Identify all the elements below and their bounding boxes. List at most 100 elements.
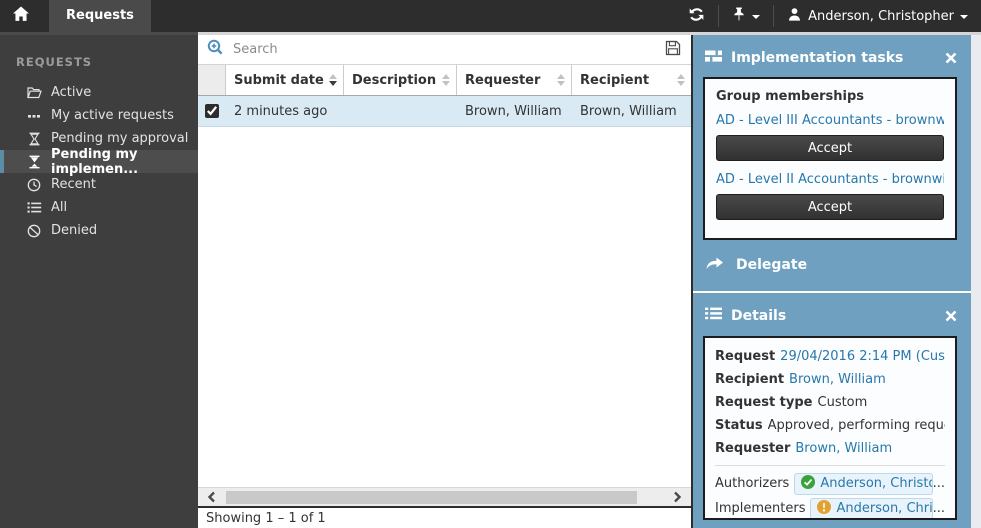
column-header-submit-date[interactable]: Submit date [226, 65, 344, 95]
clock-icon [26, 177, 42, 193]
refresh-icon [688, 6, 705, 27]
topbar-actions: Anderson, Christopher [675, 0, 981, 32]
caret-down-icon [752, 15, 760, 19]
column-label: Description [352, 73, 436, 88]
app-window: Requests [0, 0, 981, 528]
detail-row-request-type: Request type Custom [715, 391, 945, 414]
task-link[interactable]: AD - Level III Accountants - brownwi [716, 113, 944, 128]
main-and-panels: Submit date Description Requester Recipi… [198, 32, 981, 528]
accept-button[interactable]: Accept [716, 194, 944, 220]
sidebar-section-title: REQUESTS [0, 45, 198, 81]
request-type-value: Custom [818, 395, 868, 410]
pin-menu-button[interactable] [719, 0, 773, 32]
warning-circle-icon [817, 500, 831, 518]
authorizer-name: Anderson, Christopher [820, 476, 932, 491]
detail-row-implementers: Implementers Anderson, Christoph ... [715, 496, 945, 520]
group-memberships-title: Group memberships [716, 89, 944, 104]
accept-button[interactable]: Accept [716, 135, 944, 161]
sidebar-item-label: Recent [51, 177, 96, 192]
detail-label: Recipient [715, 372, 784, 387]
column-header-requester[interactable]: Requester [457, 65, 572, 95]
cell-recipient: Brown, William [572, 104, 691, 119]
sort-descending-icon [329, 74, 337, 86]
recipient-link[interactable]: Brown, William [789, 372, 886, 387]
details-header: Details [693, 293, 981, 334]
sidebar-item-label: All [51, 200, 67, 215]
row-checkbox-cell [198, 104, 226, 118]
close-icon[interactable] [945, 52, 957, 64]
side-panels: Implementation tasks Group memberships A… [693, 35, 981, 528]
implementation-tasks-box: Group memberships AD - Level III Account… [703, 77, 957, 240]
hourglass-filled-icon [26, 154, 42, 170]
tab-requests[interactable]: Requests [49, 0, 151, 32]
delegate-label: Delegate [736, 257, 807, 273]
scrollbar-thumb[interactable] [226, 491, 637, 504]
table-row[interactable]: 2 minutes ago Brown, William Brown, Will… [198, 96, 691, 127]
detail-label: Authorizers [715, 476, 789, 491]
sidebar-item-denied[interactable]: Denied [0, 219, 198, 242]
user-menu-button[interactable]: Anderson, Christopher [774, 0, 981, 32]
row-checkbox[interactable] [205, 104, 219, 118]
user-name: Anderson, Christopher [808, 9, 954, 24]
column-header-description[interactable]: Description [344, 65, 457, 95]
detail-row-recipient: Recipient Brown, William [715, 368, 945, 391]
detail-row-authorizers: Authorizers Anderson, Christopher ... [715, 471, 945, 496]
select-all-header-cell[interactable] [198, 65, 226, 95]
search-input[interactable] [224, 42, 665, 57]
pin-icon [732, 7, 746, 26]
sort-icon [557, 74, 565, 86]
column-label: Recipient [580, 73, 649, 88]
home-icon [12, 6, 30, 26]
check-circle-icon [801, 475, 815, 493]
zoom-in-icon[interactable] [207, 39, 224, 60]
folder-open-icon [26, 85, 42, 101]
cell-submit-date: 2 minutes ago [226, 104, 344, 119]
horizontal-scrollbar[interactable] [198, 487, 691, 506]
refresh-button[interactable] [675, 0, 718, 32]
sidebar-item-pending-my-implementation[interactable]: Pending my implemen... [0, 150, 198, 173]
sidebar-item-active[interactable]: Active [0, 81, 198, 104]
request-date-link[interactable]: 29/04/2016 2:14 PM (Custom) [780, 349, 945, 364]
panel-vertical-scrollbar[interactable] [971, 35, 981, 528]
content-area: REQUESTS Active My active requests [0, 32, 981, 528]
close-icon[interactable] [945, 310, 957, 322]
sidebar-item-label: My active requests [51, 108, 174, 123]
truncation-ellipsis: ... [933, 501, 945, 516]
task-link[interactable]: AD - Level II Accountants - brownwi [716, 172, 944, 187]
status-value: Approved, performing requested... [768, 418, 945, 433]
detail-row-status: Status Approved, performing requested... [715, 414, 945, 437]
detail-row-requester: Requester Brown, William [715, 437, 945, 460]
details-divider [715, 465, 945, 466]
user-icon [787, 7, 802, 26]
save-icon[interactable] [665, 40, 681, 60]
authorizer-pill[interactable]: Anderson, Christopher [794, 473, 932, 495]
sort-icon [677, 74, 685, 86]
delegate-button[interactable]: Delegate [693, 240, 981, 291]
hourglass-outline-icon [26, 131, 42, 147]
showing-count-label: Showing 1 – 1 of 1 [206, 511, 326, 526]
detail-label: Request type [715, 395, 813, 410]
sidebar-item-my-active-requests[interactable]: My active requests [0, 104, 198, 127]
detail-label: Implementers [715, 501, 805, 516]
chevron-left-icon[interactable] [198, 491, 226, 503]
chevron-right-icon[interactable] [663, 491, 691, 503]
column-header-recipient[interactable]: Recipient [572, 65, 691, 95]
list-detail-icon [705, 306, 722, 325]
implementation-tasks-header: Implementation tasks [693, 35, 981, 77]
detail-label: Status [715, 418, 763, 433]
sidebar-item-label: Pending my approval [51, 131, 188, 146]
truncation-ellipsis: ... [933, 476, 945, 491]
implementer-pill[interactable]: Anderson, Christoph [810, 498, 932, 520]
detail-label: Requester [715, 441, 790, 456]
requester-link[interactable]: Brown, William [795, 441, 892, 456]
share-arrow-icon [705, 254, 725, 275]
scrollbar-track[interactable] [226, 491, 663, 504]
details-box: Request 29/04/2016 2:14 PM (Custom) Reci… [703, 336, 957, 520]
status-bar: Showing 1 – 1 of 1 [198, 506, 691, 528]
sidebar-item-label: Denied [51, 223, 97, 238]
sidebar-item-all[interactable]: All [0, 196, 198, 219]
top-navigation-bar: Requests [0, 0, 981, 32]
home-button[interactable] [0, 0, 42, 32]
list-icon [26, 200, 42, 216]
column-label: Requester [465, 73, 540, 88]
